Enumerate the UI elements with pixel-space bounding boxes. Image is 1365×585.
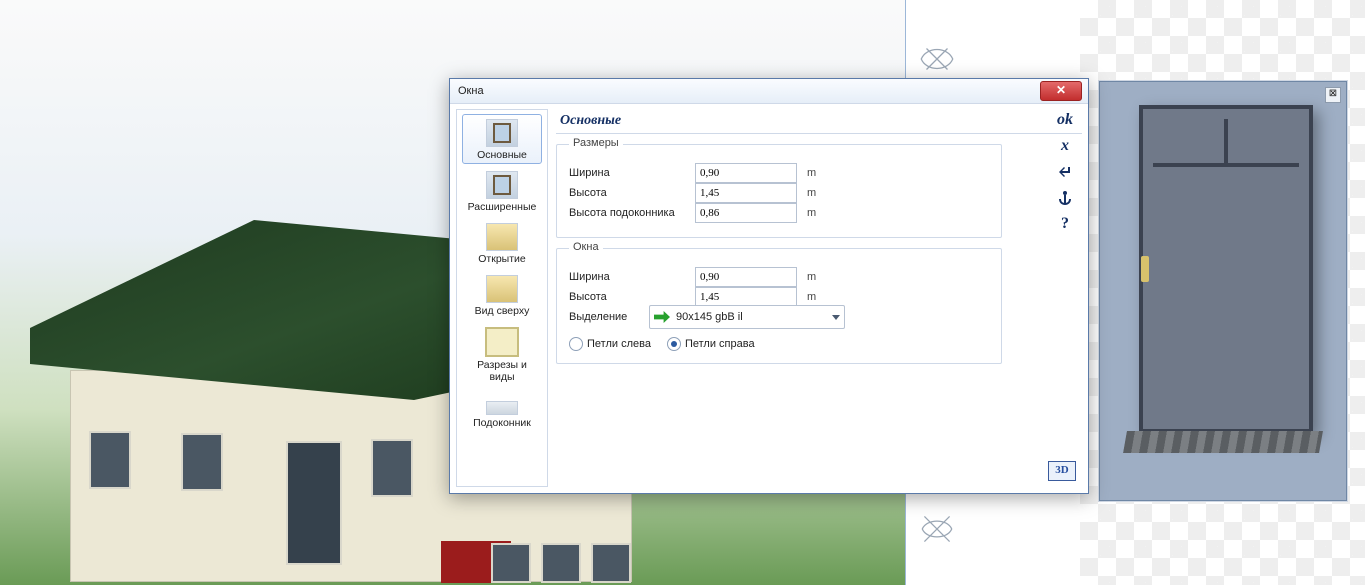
dialog-title-text: Окна — [458, 85, 484, 97]
plan-symbol — [916, 508, 958, 550]
tab-top-view[interactable]: Вид сверху — [462, 270, 542, 320]
height-label: Высота — [569, 187, 695, 199]
tab-label: Подоконник — [465, 417, 539, 429]
square-icon — [485, 327, 519, 357]
preview-window-model — [1139, 105, 1313, 433]
cancel-button[interactable]: x — [1052, 137, 1078, 157]
group-legend: Окна — [569, 241, 603, 253]
section-heading: Основные — [556, 109, 1082, 134]
tab-sections[interactable]: Разрезы и виды — [462, 322, 542, 386]
dialog-close-button[interactable]: ✕ — [1040, 81, 1082, 101]
bar-icon — [486, 223, 518, 251]
plan-symbol — [916, 38, 958, 80]
win-width-label: Ширина — [569, 271, 695, 283]
unit-label: m — [807, 291, 816, 303]
preview-close-button[interactable]: ⊠ — [1325, 87, 1341, 103]
tab-label: Расширенные — [465, 201, 539, 213]
sill-height-input[interactable] — [695, 203, 797, 223]
tab-label: Основные — [465, 149, 539, 161]
tab-sill[interactable]: Подоконник — [462, 388, 542, 432]
win-height-label: Высота — [569, 291, 695, 303]
anchor-button[interactable] — [1052, 189, 1078, 209]
chevron-down-icon — [832, 315, 840, 320]
3d-toggle-badge[interactable]: 3D — [1048, 461, 1076, 481]
hinge-right-radio[interactable]: Петли справа — [667, 337, 755, 351]
tab-extended[interactable]: Расширенные — [462, 166, 542, 216]
radio-label: Петли справа — [685, 338, 755, 350]
window-icon — [486, 119, 518, 147]
slab-icon — [486, 401, 518, 415]
radio-label: Петли слева — [587, 338, 651, 350]
group-window: Окна Ширина m Высота m Выделение 90x145 … — [556, 248, 1002, 364]
unit-label: m — [807, 271, 816, 283]
help-button[interactable]: ? — [1052, 215, 1078, 235]
unit-label: m — [807, 187, 816, 199]
hinge-left-radio[interactable]: Петли слева — [569, 337, 651, 351]
tab-opening[interactable]: Открытие — [462, 218, 542, 268]
arrow-right-icon — [654, 311, 670, 323]
tab-basic[interactable]: Основные — [462, 114, 542, 164]
height-input[interactable] — [695, 183, 797, 203]
win-width-input[interactable] — [695, 267, 797, 287]
window-icon — [486, 171, 518, 199]
group-legend: Размеры — [569, 137, 623, 149]
unit-label: m — [807, 207, 816, 219]
radio-icon — [569, 337, 583, 351]
radio-icon — [667, 337, 681, 351]
tab-label: Открытие — [465, 253, 539, 265]
ok-button[interactable]: ok — [1052, 111, 1078, 131]
window-properties-dialog: Окна ✕ Основные Расширенные Открытие Вид… — [449, 78, 1089, 494]
win-height-input[interactable] — [695, 287, 797, 307]
selection-dropdown[interactable]: 90x145 gbB il — [649, 305, 845, 329]
back-button[interactable] — [1052, 163, 1078, 183]
group-sizes: Размеры Ширина m Высота m Высота подокон… — [556, 144, 1002, 238]
width-input[interactable] — [695, 163, 797, 183]
bar-icon — [486, 275, 518, 303]
window-3d-preview: ⊠ — [1098, 80, 1348, 502]
selection-value: 90x145 gbB il — [676, 311, 743, 323]
unit-label: m — [807, 167, 816, 179]
dialog-side-tabs: Основные Расширенные Открытие Вид сверху… — [456, 109, 548, 487]
tab-label: Разрезы и виды — [465, 359, 539, 383]
dialog-actions: ok x ? — [1050, 111, 1080, 235]
sill-height-label: Высота подоконника — [569, 207, 695, 219]
width-label: Ширина — [569, 167, 695, 179]
dialog-content: Основные ok x ? Размеры Ширина m — [556, 109, 1082, 487]
preview-sill — [1123, 431, 1323, 453]
tab-label: Вид сверху — [465, 305, 539, 317]
dialog-titlebar[interactable]: Окна ✕ — [450, 79, 1088, 104]
selection-label: Выделение — [569, 311, 649, 323]
